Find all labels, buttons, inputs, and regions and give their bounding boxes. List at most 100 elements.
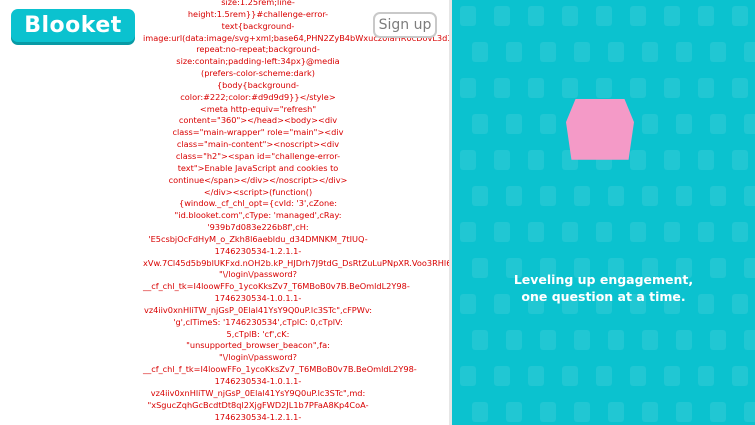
background-pattern-tile: [710, 114, 726, 134]
background-pattern-tile: [506, 186, 522, 206]
brand-panel: [452, 0, 755, 425]
error-line: color:#222;color:#d9d9d9}}</style>: [180, 91, 336, 102]
background-pattern-tile: [460, 366, 476, 386]
error-line: 1746230534-1.2.1.1-: [214, 411, 302, 422]
error-line: text">Enable JavaScript and cookies to: [177, 162, 339, 173]
background-pattern-tile: [630, 6, 646, 26]
background-pattern-tile: [744, 114, 755, 134]
blooket-logo[interactable]: Blooket: [11, 9, 135, 42]
error-line: class="h2"><span id="challenge-error-: [175, 150, 341, 161]
error-line: __cf_chl_tk=I4loowFFo_1ycoKksZv7_T6MBoB0…: [143, 281, 410, 292]
sign-up-button[interactable]: Sign up: [373, 12, 437, 38]
background-pattern-tile: [494, 78, 510, 98]
background-pattern-tile: [744, 186, 755, 206]
error-line: "\/login\/password?: [219, 352, 297, 363]
background-pattern-tile: [698, 78, 714, 98]
background-pattern-tile: [732, 222, 748, 242]
background-pattern-tile: [664, 150, 680, 170]
hexagon-graphic: [566, 99, 634, 160]
background-pattern-tile: [472, 186, 488, 206]
background-pattern-tile: [472, 114, 488, 134]
background-pattern-tile: [630, 150, 646, 170]
background-pattern-tile: [472, 402, 488, 422]
background-pattern-tile: [460, 150, 476, 170]
background-pattern-tile: [528, 150, 544, 170]
error-line: text{background-: [221, 20, 295, 31]
background-pattern-tile: [562, 6, 578, 26]
error-line: 1746230534-1.0.1.1-: [214, 376, 302, 386]
error-line: "id.blooket.com",cType: 'managed',cRay:: [174, 210, 342, 221]
background-pattern-tile: [460, 6, 476, 26]
error-line: continue</span></div></noscript></div>: [168, 174, 348, 185]
error-line: class="main-content"><noscript><div: [176, 139, 340, 150]
background-pattern-tile: [642, 114, 658, 134]
error-line: (prefers-color-scheme:dark): [201, 68, 315, 79]
background-pattern-tile: [732, 150, 748, 170]
background-pattern-tile: [608, 402, 624, 422]
error-line: height:1.5rem}}#challenge-error-: [187, 8, 329, 19]
error-line: 'E5csbjOcFdHyM_o_Zkh8l6aebldu_d34DMNKM_7…: [148, 233, 368, 244]
raw-challenge-source-text: size:1.25rem;line- height:1.5rem}}#chall…: [143, 0, 452, 423]
background-pattern-tile: [574, 42, 590, 62]
error-line: __cf_chl_f_tk=I4loowFFo_1ycoKksZv7_T6MBo…: [143, 364, 417, 375]
background-pattern-tile: [744, 402, 755, 422]
background-pattern-tile: [494, 150, 510, 170]
background-pattern-tile: [744, 42, 755, 62]
error-line: class="main-wrapper" role="main"><div: [172, 127, 344, 138]
background-pattern-tile: [506, 114, 522, 134]
background-pattern-tile: [664, 222, 680, 242]
background-pattern-tile: [676, 330, 692, 350]
error-line: size:1.25rem;line-: [221, 0, 295, 7]
error-line: xVw.7Cl45d5b9blUKFxd.nOH2b.kP_HJDrh7J9td…: [143, 257, 452, 268]
background-pattern-tile: [710, 186, 726, 206]
background-pattern-tile: [574, 402, 590, 422]
background-pattern-tile: [494, 222, 510, 242]
background-pattern-tile: [460, 78, 476, 98]
background-pattern-tile: [744, 330, 755, 350]
error-line: <meta http-equiv="refresh": [199, 103, 317, 114]
background-pattern-tile: [540, 114, 556, 134]
background-pattern-tile: [608, 330, 624, 350]
background-pattern-tile: [664, 78, 680, 98]
background-pattern-tile: [494, 366, 510, 386]
tagline: Leveling up engagement, one question at …: [452, 271, 755, 305]
background-pattern-tile: [574, 186, 590, 206]
error-line: 1746230534-1.2.1.1-: [214, 245, 302, 256]
background-pattern-tile: [460, 222, 476, 242]
background-pattern-tile: [574, 330, 590, 350]
error-line: vz4iiv0xnHliTW_njGsP_0Elal41YsY9Q0uP.lc3…: [150, 387, 366, 398]
error-line: {body{background-: [216, 79, 300, 90]
background-pattern-tile: [642, 186, 658, 206]
background-pattern-tile: [528, 222, 544, 242]
error-line: '939b7d083e226b8f',cH:: [207, 222, 309, 233]
error-line: "\/login\/password?: [219, 269, 297, 280]
background-pattern-tile: [540, 42, 556, 62]
background-pattern-tile: [562, 222, 578, 242]
background-pattern-tile: [506, 42, 522, 62]
error-line: {window._cf_chl_opt={cvId: '3',cZone:: [179, 198, 337, 209]
tagline-line-2: one question at a time.: [521, 289, 686, 304]
background-pattern-tile: [596, 366, 612, 386]
background-pattern-tile: [698, 366, 714, 386]
background-pattern-tile: [732, 78, 748, 98]
background-pattern-tile: [676, 402, 692, 422]
background-pattern-tile: [528, 6, 544, 26]
error-line: content="360"></head><body><div: [178, 115, 338, 126]
error-line: 1746230534-1.0.1.1-: [214, 293, 302, 304]
error-line: "unsupported_browser_beacon",fa:: [186, 340, 330, 351]
tagline-line-1: Leveling up engagement,: [513, 272, 694, 287]
background-pattern-tile: [642, 402, 658, 422]
background-pattern-tile: [596, 222, 612, 242]
background-pattern-tile: [664, 6, 680, 26]
background-pattern-tile: [596, 78, 612, 98]
background-pattern-tile: [472, 42, 488, 62]
background-pattern-tile: [540, 186, 556, 206]
background-pattern-tile: [472, 330, 488, 350]
background-pattern-tile: [506, 402, 522, 422]
error-line: "xSgucZqhGcBcdtDt8ql2XjgFWD2JL1b7PFaA8Kp…: [147, 399, 369, 410]
background-pattern-tile: [562, 78, 578, 98]
error-line: </div><script>(function(): [203, 186, 313, 197]
background-pattern-tile: [562, 366, 578, 386]
background-pattern-tile: [540, 402, 556, 422]
background-pattern-tile: [698, 222, 714, 242]
